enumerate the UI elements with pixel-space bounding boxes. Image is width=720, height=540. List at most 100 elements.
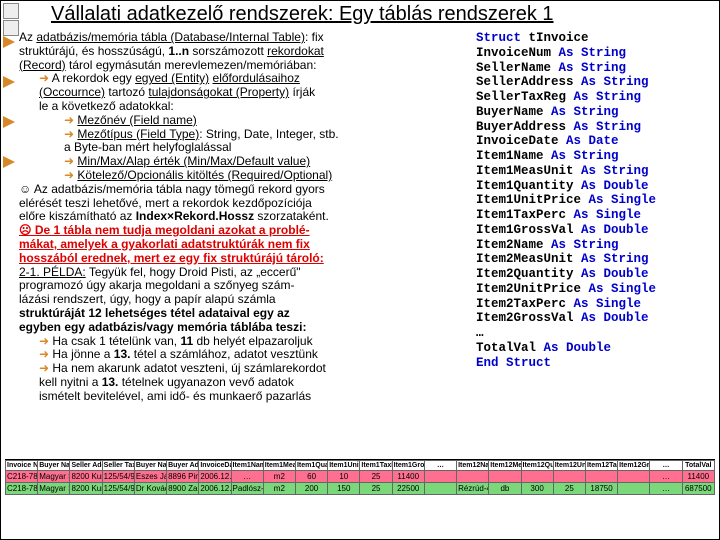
t: mákat, amelyek a gyakorlati adatstruktúr… xyxy=(19,238,459,252)
t: adatbázis/memória tábla (Database/Intern… xyxy=(36,30,305,44)
t: Mezőnév (Field name) xyxy=(77,113,196,127)
t: Kötelező/Opcionális kitöltés (Required/O… xyxy=(77,168,332,182)
table-header: Item1GrossVal xyxy=(392,461,424,471)
c: Item2Name xyxy=(476,238,551,252)
t: egyed (Entity) xyxy=(135,71,209,85)
table-cell: 8896 Pince Kereki u.… xyxy=(167,471,199,483)
table-header: Item12GrossVal xyxy=(618,461,650,471)
c: As String xyxy=(581,252,649,266)
t: Az xyxy=(19,30,36,44)
c: SellerTaxReg xyxy=(476,90,574,104)
table-header: Item12Quantity xyxy=(521,461,553,471)
table-cell: 10 xyxy=(328,471,360,483)
left-arrow-bullets xyxy=(3,36,17,196)
c: As Double xyxy=(544,341,612,355)
table-cell xyxy=(521,471,553,483)
bullet-icon: ➜ xyxy=(39,334,52,348)
bullet-icon: ➜ xyxy=(64,127,77,141)
table-cell: 8200 Kunfi Pető u.87 xyxy=(70,471,102,483)
table-cell: Rézrúd-4m xyxy=(457,483,489,495)
bullet-icon: ➜ xyxy=(64,154,77,168)
t: Ha jönne a xyxy=(52,347,113,361)
table-header: Item12UnitPrice xyxy=(553,461,585,471)
table-cell: 18750 xyxy=(585,483,617,495)
c: TotalVal xyxy=(476,341,544,355)
table-cell: Padlósz- xyxy=(231,483,263,495)
t: elérését teszi lehetővé, mert a rekordok… xyxy=(19,197,459,211)
slide-page: Vállalati adatkezelő rendszerek: Egy táb… xyxy=(0,0,720,540)
text-column: Az adatbázis/memória tábla (Database/Int… xyxy=(19,31,459,404)
c: Item1Name xyxy=(476,149,551,163)
c: SellerName xyxy=(476,61,559,75)
c: End Struct xyxy=(476,356,551,370)
t: 2-1. PÉLDA: xyxy=(19,265,86,279)
corner-icons xyxy=(3,3,18,37)
bullet-icon: ➜ xyxy=(39,361,52,375)
c: As String xyxy=(551,149,619,163)
table-header: Item12TaxPerc xyxy=(585,461,617,471)
table-header: Item12Name xyxy=(457,461,489,471)
table-cell: C218-786 xyxy=(6,483,38,495)
c: As String xyxy=(551,105,619,119)
t: rekordokat xyxy=(267,44,324,58)
table-cell: … xyxy=(650,483,682,495)
t: A rekordok egy xyxy=(52,71,135,85)
table-cell: … xyxy=(650,471,682,483)
bullet-icon: ➜ xyxy=(64,168,77,182)
c: As Single xyxy=(589,282,657,296)
c: As String xyxy=(581,75,649,89)
table-header: TotalVal xyxy=(682,461,714,471)
table-cell: C218-786 xyxy=(6,471,38,483)
c: Struct xyxy=(476,31,521,45)
table-header: … xyxy=(424,461,456,471)
table-cell: 11400 xyxy=(392,471,424,483)
table-cell xyxy=(424,483,456,495)
table-cell xyxy=(457,471,489,483)
t: : String, Date, Integer, stb. xyxy=(199,127,338,141)
c: Item2TaxPerc xyxy=(476,297,574,311)
c: As Single xyxy=(574,208,642,222)
table-header: … xyxy=(650,461,682,471)
table-header: InvoiceDate xyxy=(199,461,231,471)
table-header: Item1TaxPerc xyxy=(360,461,392,471)
c: As Double xyxy=(581,267,649,281)
t: Min/Max/Alap érték (Min/Max/Default valu… xyxy=(77,154,310,168)
table-cell: 8900 Zala- xyxy=(167,483,199,495)
table-cell: 687500 xyxy=(682,483,714,495)
c: As String xyxy=(559,61,627,75)
c: Item1GrossVal xyxy=(476,223,581,237)
c: As String xyxy=(551,238,619,252)
c: BuyerName xyxy=(476,105,551,119)
c: SellerAddress xyxy=(476,75,581,89)
table-header: Buyer Address xyxy=(167,461,199,471)
table-cell xyxy=(489,471,521,483)
table-header: Item1Quantity xyxy=(295,461,327,471)
content-area: Az adatbázis/memória tábla (Database/Int… xyxy=(19,31,714,459)
table-header: Item1Name xyxy=(231,461,263,471)
c: tInvoice xyxy=(521,31,589,45)
table-cell: Magyar Szőnyeg Zrt xyxy=(38,471,70,483)
table-cell xyxy=(424,471,456,483)
c: … xyxy=(476,326,714,341)
c: Item1Quantity xyxy=(476,179,581,193)
t: tartozó xyxy=(105,85,148,99)
t: struktúráját 12 lehetséges tétel adataiv… xyxy=(19,306,290,320)
bullet-icon: ➜ xyxy=(39,71,52,85)
table-cell: … xyxy=(231,471,263,483)
table-cell xyxy=(618,483,650,495)
t: tulajdonságokat (Property) xyxy=(148,85,289,99)
table-cell: 25 xyxy=(360,483,392,495)
table-cell: 300 xyxy=(521,483,553,495)
table-row: C218-786Magyar Szőnyeg Zrt8200 Kunfi Pet… xyxy=(6,471,715,483)
table-cell: 125/54/98-78 xyxy=(102,483,134,495)
table-cell: 25 xyxy=(360,471,392,483)
table-cell: m2 xyxy=(263,471,295,483)
c: As Double xyxy=(581,179,649,193)
table-header: Item12MeasUnit xyxy=(489,461,521,471)
table-cell: 11400 xyxy=(682,471,714,483)
t: Mezőtípus (Field Type) xyxy=(77,127,199,141)
c: As Single xyxy=(574,297,642,311)
t: szorzataként. xyxy=(254,209,329,223)
table-cell: m2 xyxy=(263,483,295,495)
t: (Record) xyxy=(19,58,66,72)
